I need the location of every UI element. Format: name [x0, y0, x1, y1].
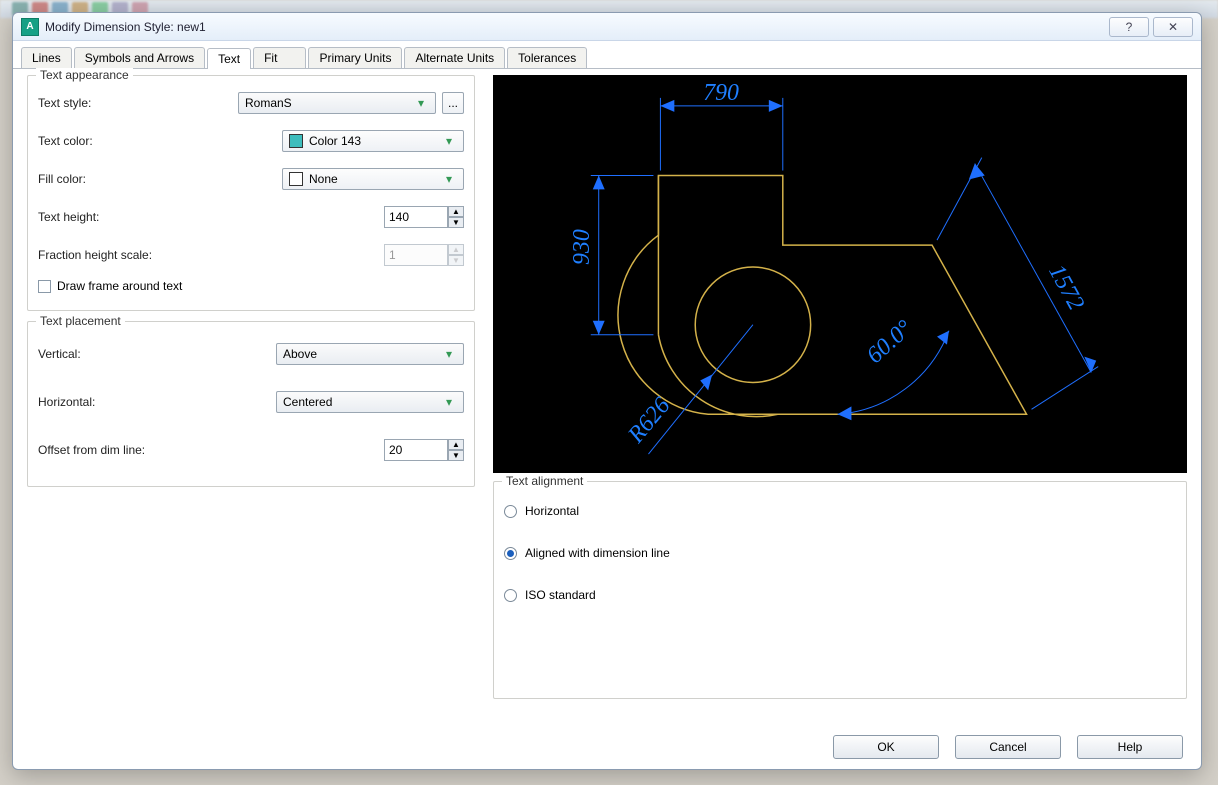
horizontal-value: Centered: [283, 395, 332, 409]
checkbox-box: [38, 280, 51, 293]
spinner-offset[interactable]: ▲▼: [384, 439, 464, 461]
dimension-preview: 790 930 1572: [493, 75, 1187, 473]
spin-up: ▲: [448, 244, 464, 255]
label-text-style: Text style:: [38, 96, 238, 110]
help-icon: ?: [1126, 20, 1133, 34]
tab-symbols-arrows[interactable]: Symbols and Arrows: [74, 47, 205, 68]
spinner-text-height[interactable]: ▲▼: [384, 206, 464, 228]
text-style-browse-button[interactable]: ...: [442, 92, 464, 114]
dim-angle: 60.0°: [862, 315, 918, 369]
tab-content: Text appearance Text style: RomanS ▾ ...…: [13, 69, 1201, 699]
legend-appearance: Text appearance: [36, 68, 133, 82]
text-color-swatch: [289, 134, 303, 148]
cancel-button[interactable]: Cancel: [955, 735, 1061, 759]
dialog-title: Modify Dimension Style: new1: [45, 20, 206, 34]
titlebar: A Modify Dimension Style: new1 ? ✕: [13, 13, 1201, 41]
tab-primary-units[interactable]: Primary Units: [308, 47, 402, 68]
spin-up[interactable]: ▲: [448, 206, 464, 217]
dropdown-horizontal[interactable]: Centered ▾: [276, 391, 464, 413]
group-text-alignment: Text alignment Horizontal Aligned with d…: [493, 481, 1187, 699]
radio-label: ISO standard: [525, 588, 596, 602]
label-offset: Offset from dim line:: [38, 443, 238, 457]
spinner-fraction-scale: ▲▼: [384, 244, 464, 266]
text-style-value: RomanS: [245, 96, 292, 110]
tab-alternate-units[interactable]: Alternate Units: [404, 47, 505, 68]
label-fraction-scale: Fraction height scale:: [38, 248, 238, 262]
app-icon: A: [21, 18, 39, 36]
dropdown-vertical[interactable]: Above ▾: [276, 343, 464, 365]
legend-alignment: Text alignment: [502, 474, 587, 488]
close-button[interactable]: ✕: [1153, 17, 1193, 37]
radio-iso[interactable]: ISO standard: [504, 574, 1176, 616]
label-vertical: Vertical:: [38, 347, 238, 361]
label-text-height: Text height:: [38, 210, 238, 224]
label-horizontal: Horizontal:: [38, 395, 238, 409]
tab-text[interactable]: Text: [207, 48, 251, 69]
help-button-footer[interactable]: Help: [1077, 735, 1183, 759]
tab-lines[interactable]: Lines: [21, 47, 72, 68]
fill-color-value: None: [309, 172, 338, 186]
spin-down: ▼: [448, 255, 464, 266]
chevron-down-icon: ▾: [441, 395, 457, 409]
ok-button[interactable]: OK: [833, 735, 939, 759]
chevron-down-icon: ▾: [441, 347, 457, 361]
dim-diag: 1572: [1043, 260, 1089, 314]
fill-color-swatch: [289, 172, 303, 186]
spin-up[interactable]: ▲: [448, 439, 464, 450]
checkbox-label: Draw frame around text: [57, 279, 182, 293]
radio-label: Aligned with dimension line: [525, 546, 670, 560]
tab-fit[interactable]: Fit: [253, 47, 306, 68]
radio-horizontal[interactable]: Horizontal: [504, 490, 1176, 532]
chevron-down-icon: ▾: [441, 134, 457, 148]
tab-strip: Lines Symbols and Arrows Text Fit Primar…: [13, 41, 1201, 69]
dropdown-fill-color[interactable]: None ▾: [282, 168, 464, 190]
dimension-style-dialog: A Modify Dimension Style: new1 ? ✕ Lines…: [12, 12, 1202, 770]
legend-placement: Text placement: [36, 314, 125, 328]
input-offset[interactable]: [384, 439, 448, 461]
help-button[interactable]: ?: [1109, 17, 1149, 37]
checkbox-draw-frame[interactable]: Draw frame around text: [38, 274, 464, 298]
label-fill-color: Fill color:: [38, 172, 238, 186]
dropdown-text-style[interactable]: RomanS ▾: [238, 92, 436, 114]
text-color-value: Color 143: [309, 134, 361, 148]
radio-aligned[interactable]: Aligned with dimension line: [504, 532, 1176, 574]
chevron-down-icon: ▾: [441, 172, 457, 186]
input-fraction-scale: [384, 244, 448, 266]
close-icon: ✕: [1168, 20, 1178, 34]
dialog-footer: OK Cancel Help: [833, 735, 1183, 759]
chevron-down-icon: ▾: [413, 96, 429, 110]
input-text-height[interactable]: [384, 206, 448, 228]
group-text-appearance: Text appearance Text style: RomanS ▾ ...…: [27, 75, 475, 311]
dropdown-text-color[interactable]: Color 143 ▾: [282, 130, 464, 152]
dim-top: 790: [703, 80, 739, 106]
spin-down[interactable]: ▼: [448, 450, 464, 461]
vertical-value: Above: [283, 347, 317, 361]
spin-down[interactable]: ▼: [448, 217, 464, 228]
group-text-placement: Text placement Vertical: Above ▾ Horizon…: [27, 321, 475, 487]
label-text-color: Text color:: [38, 134, 238, 148]
tab-tolerances[interactable]: Tolerances: [507, 47, 587, 68]
radio-label: Horizontal: [525, 504, 579, 518]
dim-left: 930: [569, 229, 595, 265]
